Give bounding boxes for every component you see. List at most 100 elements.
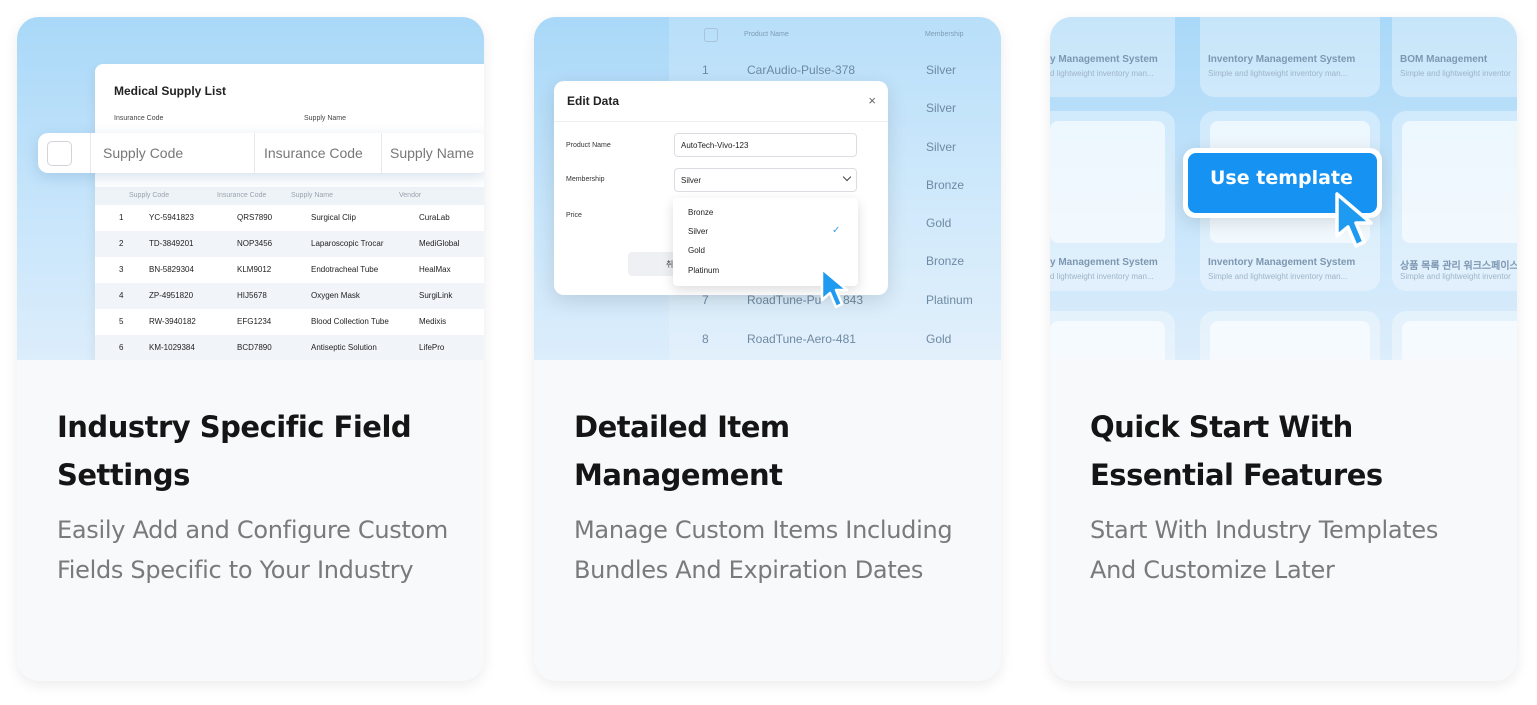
template-card[interactable] xyxy=(1200,311,1380,360)
table-row[interactable]: 2 TD-3849201 NOP3456 Laparoscopic Trocar… xyxy=(95,231,484,257)
table-row[interactable]: 3 BN-5829304 KLM9012 Endotracheal Tube H… xyxy=(95,257,484,283)
insurance-code-cell: QRS7890 xyxy=(237,213,273,222)
membership-cell: Bronze xyxy=(926,178,965,192)
template-subtitle: Simple and lightweight inventor xyxy=(1400,69,1511,78)
supply-code-cell: ZP-4951820 xyxy=(149,291,194,300)
column-header: Insurance Code xyxy=(217,192,267,199)
template-thumbnail xyxy=(1402,321,1517,360)
row-index: 3 xyxy=(119,265,124,274)
membership-cell: Silver xyxy=(926,63,957,77)
insurance-code-cell: EFG1234 xyxy=(237,317,272,326)
price-label: Price xyxy=(566,212,582,219)
table-row[interactable]: 5 RW-3940182 EFG1234 Blood Collection Tu… xyxy=(95,309,484,335)
filter-label: Insurance Code xyxy=(114,115,164,122)
checkbox[interactable] xyxy=(704,28,718,42)
field-chip-supply-name[interactable]: Supply Name xyxy=(390,145,474,161)
template-title: Inventory Management System xyxy=(1208,54,1356,65)
vendor-cell: SurgiLink xyxy=(419,291,453,300)
template-subtitle: Simple and lightweight inventor xyxy=(1400,272,1511,281)
column-header: Vendor xyxy=(399,192,422,199)
template-card[interactable]: y Management System d lightweight invent… xyxy=(1050,17,1175,97)
membership-cell: Platinum xyxy=(926,293,973,307)
product-name-cell: RoadTune-Aero-481 xyxy=(747,332,856,346)
cursor-pointer-icon xyxy=(1335,192,1373,248)
chevron-down-icon xyxy=(842,172,852,182)
insurance-code-cell: HIJ5678 xyxy=(237,291,267,300)
product-name-cell: CarAudio-Pulse-378 xyxy=(747,63,856,77)
table-header: Supply Code Insurance Code Supply Name V… xyxy=(95,187,484,205)
product-name-cell: RoadTune-Pu xyxy=(747,293,822,307)
row-index: 2 xyxy=(119,239,124,248)
field-chip-supply-code[interactable]: Supply Code xyxy=(103,145,183,161)
supply-name-cell: Antiseptic Solution xyxy=(311,343,377,352)
use-template-label: Use template xyxy=(1210,167,1353,189)
supply-name-cell: Laparoscopic Trocar xyxy=(311,239,384,248)
modal-title: Edit Data xyxy=(567,94,620,108)
option-silver[interactable]: Silver xyxy=(688,227,708,236)
row-index: 6 xyxy=(119,343,124,352)
close-icon[interactable]: × xyxy=(868,93,876,108)
card-description: Start With Industry Templates And Custom… xyxy=(1090,516,1439,584)
card-description: Easily Add and Configure Custom Fields S… xyxy=(57,516,449,584)
filter-label: Supply Name xyxy=(304,115,347,122)
option-gold[interactable]: Gold xyxy=(688,246,705,255)
card-preview: Product Name Membership 1 CarAudio-Pulse… xyxy=(534,17,1001,360)
supply-code-cell: RW-3940182 xyxy=(149,317,196,326)
supply-name-cell: Surgical Clip xyxy=(311,213,356,222)
row-index: 8 xyxy=(702,332,709,346)
card-description: Manage Custom Items Including Bundles An… xyxy=(574,516,953,584)
supply-name-cell: Oxygen Mask xyxy=(311,291,360,300)
insurance-code-cell: BCD7890 xyxy=(237,343,272,352)
template-subtitle: d lightweight inventory man... xyxy=(1050,69,1154,78)
template-card[interactable]: y Management System d lightweight invent… xyxy=(1050,111,1175,291)
divider xyxy=(90,133,91,173)
divider xyxy=(554,121,888,122)
supply-name-cell: Endotracheal Tube xyxy=(311,265,379,274)
supply-code-cell: TD-3849201 xyxy=(149,239,194,248)
supply-code-cell: YC-5941823 xyxy=(149,213,194,222)
table-row[interactable]: 6 KM-1029384 BCD7890 Antiseptic Solution… xyxy=(95,335,484,360)
vendor-cell: MediGlobal xyxy=(419,239,460,248)
template-card[interactable] xyxy=(1050,311,1175,360)
vendor-cell: LifePro xyxy=(419,343,445,352)
row-index: 5 xyxy=(119,317,124,326)
supply-code-cell: BN-5829304 xyxy=(149,265,194,274)
product-name-value: AutoTech-Vivo-123 xyxy=(681,141,749,150)
product-name-input[interactable]: AutoTech-Vivo-123 xyxy=(674,133,857,157)
select-all-checkbox[interactable] xyxy=(47,141,72,166)
template-card[interactable]: Inventory Management System Simple and l… xyxy=(1200,17,1380,97)
membership-value: Silver xyxy=(681,176,702,185)
divider xyxy=(254,133,255,173)
row-index: 1 xyxy=(702,63,709,77)
supply-code-cell: KM-1029384 xyxy=(149,343,195,352)
vendor-cell: Medixis xyxy=(419,317,447,326)
field-chip-insurance-code[interactable]: Insurance Code xyxy=(264,145,363,161)
template-title: y Management System xyxy=(1050,257,1158,268)
table-row[interactable]: 8 RoadTune-Aero-481 Gold xyxy=(669,323,1001,360)
template-thumbnail xyxy=(1210,321,1370,360)
template-card[interactable]: 상품 목록 관리 워크스페이스 템 Simple and lightweight… xyxy=(1392,111,1517,291)
option-platinum[interactable]: Platinum xyxy=(688,266,719,275)
template-card[interactable] xyxy=(1392,311,1517,360)
field-filter-bar: Supply Code Insurance Code Supply Name xyxy=(38,133,484,173)
template-subtitle: Simple and lightweight inventory man... xyxy=(1208,69,1348,78)
template-thumbnail xyxy=(1050,121,1165,243)
membership-cell: Gold xyxy=(926,332,952,346)
membership-label: Membership xyxy=(566,176,605,183)
card-title: Industry Specific Field Settings xyxy=(57,410,412,492)
product-name-label: Product Name xyxy=(566,142,611,149)
membership-cell: Silver xyxy=(926,140,957,154)
table-row[interactable]: 1 YC-5941823 QRS7890 Surgical Clip CuraL… xyxy=(95,205,484,231)
membership-cell: Silver xyxy=(926,101,957,115)
membership-select[interactable]: Silver xyxy=(674,168,857,192)
template-title: 상품 목록 관리 워크스페이스 템 xyxy=(1400,261,1517,272)
supply-name-cell: Blood Collection Tube xyxy=(311,317,389,326)
table-row[interactable]: 4 ZP-4951820 HIJ5678 Oxygen Mask SurgiLi… xyxy=(95,283,484,309)
template-card[interactable]: BOM Management Simple and lightweight in… xyxy=(1392,17,1517,97)
option-bronze[interactable]: Bronze xyxy=(688,208,713,217)
membership-cell: Gold xyxy=(926,216,952,230)
card-preview: y Management System d lightweight invent… xyxy=(1050,17,1517,360)
feature-card-item-management: Product Name Membership 1 CarAudio-Pulse… xyxy=(534,17,1001,681)
cursor-pointer-icon xyxy=(820,267,849,309)
row-index: 4 xyxy=(119,291,124,300)
